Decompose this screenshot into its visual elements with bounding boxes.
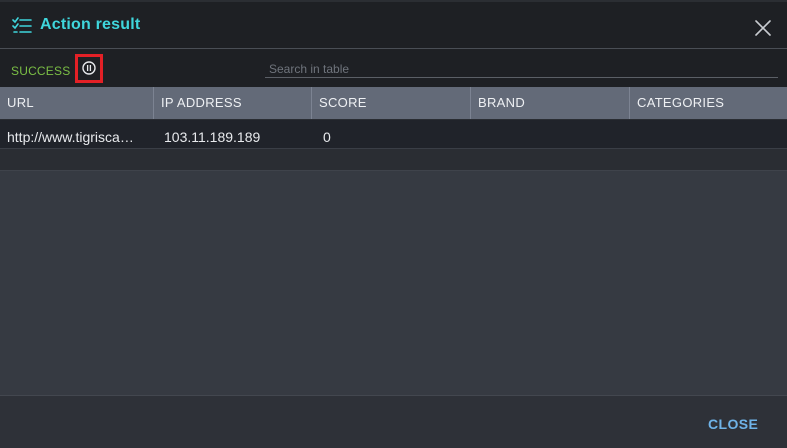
result-toolbar: SUCCESS bbox=[0, 49, 787, 87]
dialog-header: Action result bbox=[0, 0, 787, 49]
column-header-brand[interactable]: BRAND bbox=[470, 87, 629, 119]
cell-url: http://www.tigrisca… bbox=[7, 129, 134, 145]
column-header-categories[interactable]: CATEGORIES bbox=[629, 87, 787, 119]
info-button[interactable] bbox=[75, 54, 103, 83]
table-empty-row bbox=[0, 149, 787, 171]
table-header: URL IP ADDRESS SCORE BRAND CATEGORIES bbox=[0, 87, 787, 120]
cell-categories bbox=[634, 120, 787, 148]
column-header-url[interactable]: URL bbox=[0, 87, 153, 119]
table-search-input[interactable] bbox=[265, 61, 778, 78]
cell-score: 0 bbox=[323, 129, 331, 145]
close-button[interactable]: CLOSE bbox=[708, 416, 758, 432]
column-header-ip-address[interactable]: IP ADDRESS bbox=[153, 87, 311, 119]
table-row[interactable]: http://www.tigrisca… 103.11.189.189 0 bbox=[0, 120, 787, 149]
dialog-footer: CLOSE bbox=[0, 395, 787, 448]
checklist-icon bbox=[12, 17, 32, 33]
column-header-score[interactable]: SCORE bbox=[311, 87, 470, 119]
dialog-title: Action result bbox=[40, 16, 141, 33]
close-icon[interactable] bbox=[753, 18, 773, 38]
action-result-dialog: Action result SUCCESS URL IP ADDRESS SCO… bbox=[0, 0, 787, 448]
cell-ip-address: 103.11.189.189 bbox=[164, 129, 261, 145]
cell-brand bbox=[475, 120, 629, 148]
status-label: SUCCESS bbox=[11, 64, 71, 78]
info-icon bbox=[82, 61, 96, 75]
